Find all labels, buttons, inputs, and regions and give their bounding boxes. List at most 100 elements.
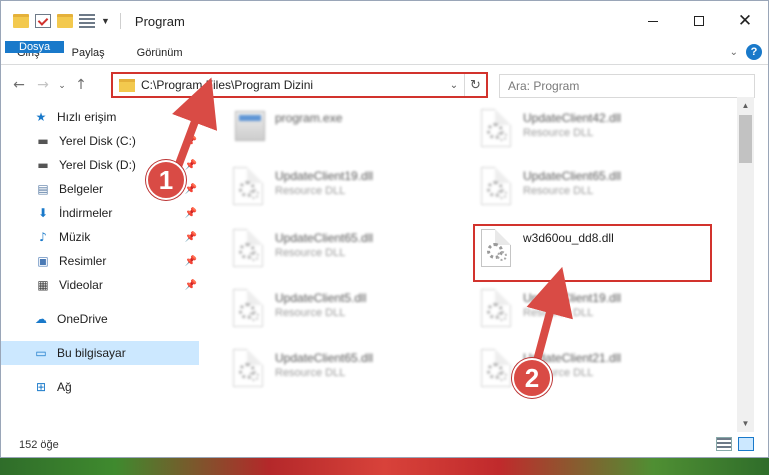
file-name: UpdateClient19.dll <box>523 291 622 305</box>
sidebar-item-label: Müzik <box>59 230 91 244</box>
download-icon: ⬇ <box>37 206 49 220</box>
view-buttons <box>716 437 754 451</box>
file-item[interactable]: UpdateClient65.dll Resource DLL <box>229 347 373 391</box>
minimize-button[interactable] <box>630 1 676 41</box>
file-item[interactable]: UpdateClient65.dll Resource DLL <box>477 165 621 209</box>
scroll-up-icon[interactable]: ▲ <box>737 97 754 114</box>
item-count: 152 öğe <box>19 439 59 451</box>
new-folder-icon[interactable] <box>57 14 73 28</box>
vertical-scrollbar[interactable]: ▲ ▼ <box>737 97 754 432</box>
desktop-background <box>0 458 769 475</box>
sidebar-item-downloads[interactable]: ⬇ İndirmeler 📌 <box>1 201 211 225</box>
sidebar-item-videos[interactable]: ▦ Videolar 📌 <box>1 273 211 297</box>
up-arrow-icon[interactable]: ↑ <box>69 77 93 93</box>
pin-icon[interactable]: 📌 <box>185 256 197 267</box>
large-icons-view-icon[interactable] <box>738 437 754 451</box>
file-item[interactable]: UpdateClient19.dll Resource DLL <box>229 165 373 209</box>
file-name: UpdateClient5.dll <box>275 291 367 305</box>
help-icon[interactable]: ? <box>746 44 762 60</box>
search-input[interactable]: Ara: Program <box>499 74 755 98</box>
pin-icon[interactable]: 📌 <box>185 184 197 195</box>
folder-icon <box>13 14 29 28</box>
navigation-pane: ★ Hızlı erişim ▬ Yerel Disk (C:) 📌 ▬ Yer… <box>1 105 211 433</box>
file-type: Resource DLL <box>275 367 346 379</box>
file-item[interactable]: UpdateClient5.dll Resource DLL <box>229 287 366 331</box>
address-bar[interactable]: C:\Program Files\Program Dizini ⌄ ↻ <box>111 72 488 98</box>
sidebar-item-onedrive[interactable]: ☁ OneDrive <box>1 307 211 331</box>
pictures-icon: ▣ <box>37 254 49 268</box>
pin-icon[interactable]: 📌 <box>185 208 197 219</box>
exe-file-icon <box>229 107 267 151</box>
music-icon: ♪ <box>39 230 47 244</box>
properties-check-icon[interactable] <box>35 14 51 28</box>
window-title: Program <box>134 13 185 29</box>
back-arrow-icon[interactable]: ← <box>7 77 31 93</box>
drive-icon: ▬ <box>37 134 49 148</box>
file-item[interactable]: UpdateClient42.dll Resource DLL <box>477 107 621 151</box>
sidebar-item-this-pc[interactable]: ▭ Bu bilgisayar <box>1 341 199 365</box>
pin-icon[interactable]: 📌 <box>185 280 197 291</box>
tab-view[interactable]: Görünüm <box>121 41 199 64</box>
sidebar-item-label: Ağ <box>57 380 72 394</box>
video-icon: ▦ <box>37 278 49 292</box>
dll-file-icon <box>477 165 515 209</box>
navigation-bar: ← → ⌄ ↑ C:\Program Files\Program Dizini … <box>1 65 768 105</box>
sidebar-item-label: Belgeler <box>59 182 104 196</box>
cloud-icon: ☁ <box>35 312 47 326</box>
explorer-window: ▼ Program ✕ Dosya Giriş Paylaş Görünüm ⌄… <box>0 0 769 458</box>
status-bar: 152 öğe <box>1 433 768 457</box>
close-icon: ✕ <box>737 11 753 31</box>
pin-icon[interactable]: 📌 <box>185 160 197 171</box>
close-button[interactable]: ✕ <box>722 1 768 41</box>
address-dropdown-icon[interactable]: ⌄ <box>444 80 464 91</box>
file-name: UpdateClient42.dll <box>523 111 622 125</box>
minimize-icon <box>648 20 658 22</box>
window-controls: ✕ <box>630 1 768 41</box>
dll-file-icon <box>477 107 515 151</box>
pin-icon[interactable]: 📌 <box>185 232 197 243</box>
file-type: Resource DLL <box>275 247 346 259</box>
folder-icon <box>119 78 135 92</box>
sidebar-item-label: Yerel Disk (C:) <box>59 134 136 148</box>
file-item[interactable]: program.exe <box>229 107 342 151</box>
refresh-icon[interactable]: ↻ <box>464 74 486 96</box>
star-icon: ★ <box>35 110 47 124</box>
dll-file-icon <box>477 347 515 391</box>
drive-icon: ▬ <box>37 158 49 172</box>
sidebar-item-label: İndirmeler <box>59 206 113 220</box>
expand-ribbon-icon[interactable]: ⌄ <box>730 47 738 58</box>
sidebar-item-label: Resimler <box>59 254 107 268</box>
scroll-thumb[interactable] <box>739 115 752 163</box>
file-type: Resource DLL <box>523 185 594 197</box>
dll-file-icon <box>229 165 267 209</box>
forward-arrow-icon[interactable]: → <box>31 77 55 93</box>
quick-access-toolbar: ▼ Program <box>1 13 185 29</box>
search-placeholder: Ara: Program <box>508 79 580 93</box>
details-view-icon[interactable] <box>716 437 732 451</box>
target-file-highlight <box>473 224 712 282</box>
recent-locations-icon[interactable]: ⌄ <box>55 80 69 91</box>
sidebar-item-music[interactable]: ♪ Müzik 📌 <box>1 225 211 249</box>
sidebar-item-network[interactable]: ⊞ Ağ <box>1 375 211 399</box>
file-type: Resource DLL <box>523 127 594 139</box>
sidebar-item-label: Hızlı erişim <box>57 110 117 124</box>
maximize-button[interactable] <box>676 1 722 41</box>
file-name: UpdateClient65.dll <box>275 351 374 365</box>
address-path[interactable]: C:\Program Files\Program Dizini <box>141 78 444 92</box>
tab-share[interactable]: Paylaş <box>56 41 121 64</box>
network-icon: ⊞ <box>35 380 47 394</box>
file-item[interactable]: UpdateClient65.dll Resource DLL <box>229 227 373 271</box>
tab-file[interactable]: Dosya <box>5 41 65 53</box>
pin-icon[interactable]: 📌 <box>185 136 197 147</box>
file-item[interactable]: UpdateClient19.dll Resource DLL <box>477 287 621 331</box>
sidebar-item-quick-access[interactable]: ★ Hızlı erişim <box>1 105 211 129</box>
view-properties-icon[interactable] <box>79 14 95 28</box>
sidebar-item-local-disk-c[interactable]: ▬ Yerel Disk (C:) 📌 <box>1 129 211 153</box>
ribbon-right-controls: ⌄ ? <box>730 44 762 60</box>
scroll-down-icon[interactable]: ▼ <box>737 415 754 432</box>
ribbon-tabs: Dosya Giriş Paylaş Görünüm ⌄ ? <box>1 41 768 65</box>
chevron-down-icon[interactable]: ▼ <box>101 16 110 26</box>
sidebar-item-pictures[interactable]: ▣ Resimler 📌 <box>1 249 211 273</box>
file-name: UpdateClient19.dll <box>275 169 374 183</box>
